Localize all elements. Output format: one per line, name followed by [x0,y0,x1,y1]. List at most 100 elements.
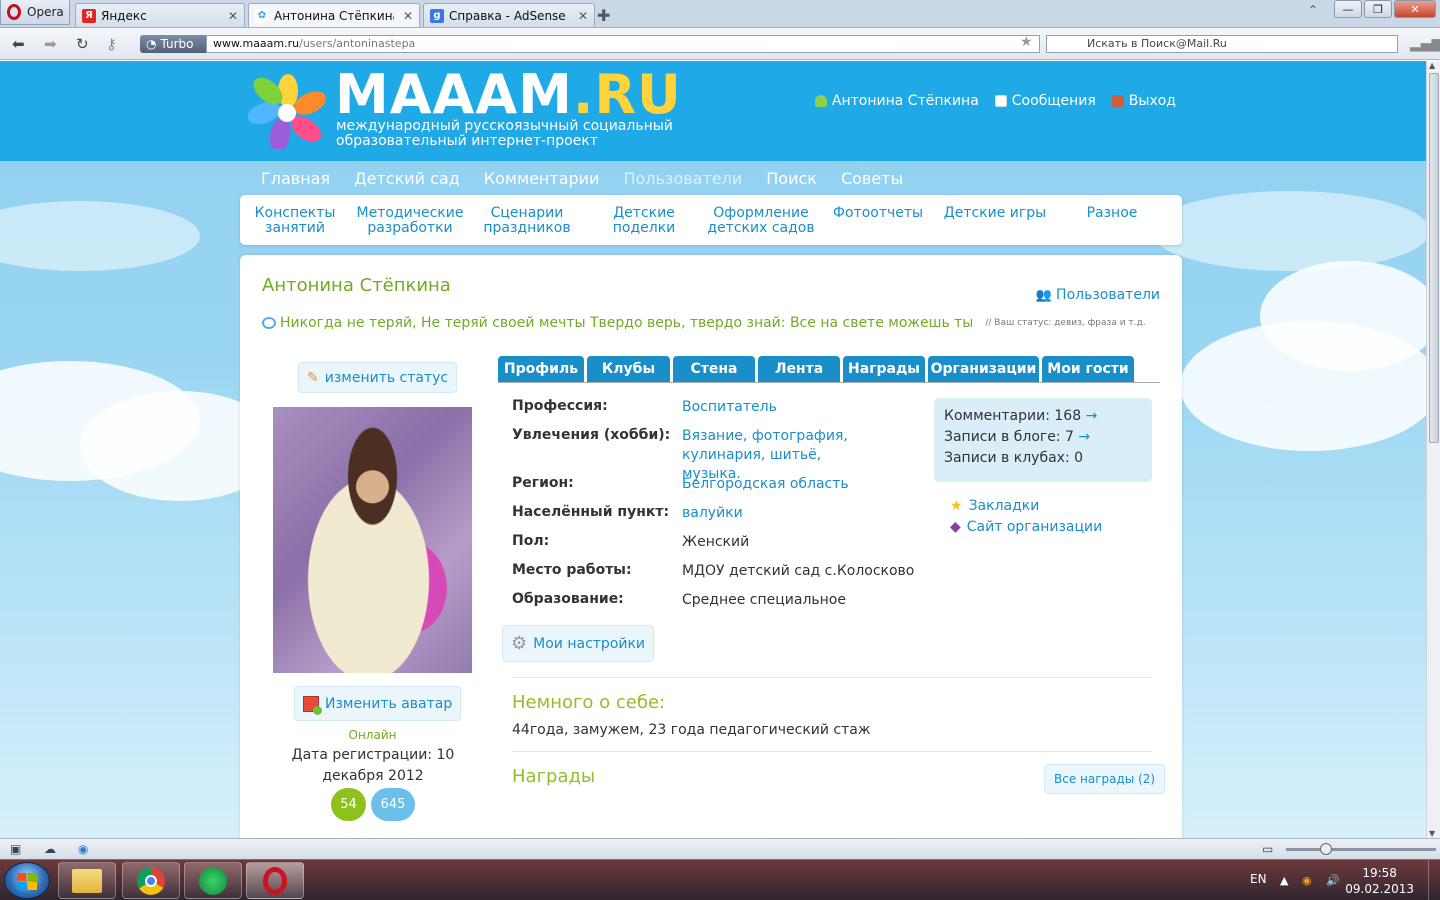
back-arrow-icon[interactable]: ⬅ [12,35,25,53]
all-awards-button[interactable]: Все награды (2) [1044,764,1166,794]
category-lesson-plans[interactable]: Конспекты занятий [240,206,350,236]
tab-awards[interactable]: Награды [843,356,925,382]
key-icon[interactable]: ⚷ [106,35,117,53]
change-avatar-button[interactable]: Изменить аватар [294,686,462,721]
tab-close-icon[interactable]: ✕ [228,9,238,23]
category-scenarios[interactable]: Сценарии праздников [472,206,582,236]
zoom-slider-thumb[interactable] [1320,843,1332,855]
unite-cloud-icon[interactable]: ☁ [44,842,56,856]
rating-badge-green[interactable]: 54 [331,788,366,821]
tray-app-icon[interactable]: ◉ [1302,874,1312,887]
scrollbar-thumb[interactable] [1429,73,1439,443]
category-crafts[interactable]: Детские поделки [589,206,699,236]
reload-icon[interactable]: ↻ [76,35,89,53]
taskbar-chrome[interactable] [122,862,180,899]
change-avatar-label: Изменить аватар [325,695,453,712]
show-desktop-button[interactable] [1428,860,1440,900]
page-scrollbar[interactable]: ▲ ▼ [1426,61,1440,838]
system-clock[interactable]: 19:58 09.02.2013 [1345,865,1414,897]
volume-icon[interactable]: 🔊 [1326,874,1340,887]
tab-adsense[interactable]: g Справка - AdSense ✕ [423,3,595,27]
nav-comments[interactable]: Комментарии [484,169,600,188]
scroll-down-icon[interactable]: ▼ [1429,829,1435,838]
maaam-flower-logo-icon[interactable] [248,73,328,149]
main-navigation: Главная Детский сад Комментарии Пользова… [261,169,903,188]
scroll-up-icon[interactable]: ▲ [1429,61,1435,70]
bookmarks-link[interactable]: ★ Закладки [950,496,1102,517]
field-label-gender: Пол: [512,533,550,549]
category-decoration[interactable]: Оформление детских садов [706,206,816,236]
new-tab-plus-icon[interactable]: ✚ [597,6,610,25]
arrow-right-icon[interactable]: → [1078,429,1090,445]
speed-dial-icon[interactable]: ◉ [78,842,88,856]
category-games[interactable]: Детские игры [940,206,1050,221]
field-label-profession: Профессия: [512,398,608,414]
tab-close-icon[interactable]: ✕ [403,9,413,23]
tray-expand-icon[interactable]: ▲ [1280,874,1288,887]
category-misc[interactable]: Разное [1057,206,1167,221]
nav-users[interactable]: Пользователи [623,169,742,188]
messages-link[interactable]: Сообщения [994,93,1096,109]
category-methodical[interactable]: Методические разработки [355,206,465,236]
close-window-icon[interactable]: ✕ [1394,0,1436,18]
award-certificate-icon[interactable] [648,815,716,838]
avatar-photo[interactable] [273,407,472,673]
field-value-region[interactable]: Белгородская область [682,475,882,494]
minimize-icon[interactable]: — [1334,0,1362,18]
tab-yandex[interactable]: Я Яндекс ✕ [75,3,245,27]
logout-link[interactable]: Выход [1111,93,1176,109]
search-input[interactable]: Искать в Поиск@Mail.Ru [1046,35,1398,53]
tab-profile[interactable]: Профиль [498,356,584,382]
forward-arrow-icon[interactable]: ➡ [44,35,57,53]
zoom-slider-track[interactable] [1286,848,1436,851]
category-line: разработки [367,220,453,236]
divider [512,751,1152,752]
award-certificate-icon[interactable] [534,815,602,838]
site-logo-text[interactable]: MAAAM.RU [335,63,682,126]
status-text: Никогда не теряй, Не теряй своей мечты Т… [280,315,974,331]
nav-kindergarten[interactable]: Детский сад [354,169,460,188]
field-value-locality[interactable]: валуйки [682,504,882,523]
users-link[interactable]: 👥 Пользователи [1036,287,1160,303]
signal-bars-icon[interactable]: ▂▄▆ [1410,36,1440,52]
bookmarks-label: Закладки [968,498,1040,514]
tab-maaam[interactable]: ✿ Антонина Стёпкина - ... ✕ [248,3,420,27]
stat-comments[interactable]: Комментарии: 168 → [944,406,1142,427]
nav-home[interactable]: Главная [261,169,330,188]
rating-badge-blue[interactable]: 645 [371,788,415,821]
tab-wall[interactable]: Стена [673,356,755,382]
bookmark-star-icon[interactable]: ★ [1020,34,1033,50]
panel-toggle-icon[interactable]: ▣ [10,842,21,856]
opera-icon [263,866,287,895]
url-input[interactable]: www.maaam.ru/users/antoninastepa [206,35,1040,53]
turbo-button[interactable]: ◔ Turbo [140,35,206,53]
stat-blog[interactable]: Записи в блоге: 7 → [944,427,1142,448]
tab-list-chevron-icon[interactable]: ⌃ [1308,3,1318,17]
opera-menu-button[interactable]: Opera [0,0,70,25]
field-value-profession[interactable]: Воспитатель [682,398,882,417]
start-button[interactable] [4,862,50,899]
view-icon[interactable]: ▭ [1262,842,1273,856]
category-photo-reports[interactable]: Фотоотчеты [823,206,933,221]
maximize-icon[interactable]: ❐ [1364,0,1392,18]
tab-feed[interactable]: Лента [758,356,840,382]
tab-guests[interactable]: Мои гости [1042,356,1134,382]
nav-tips[interactable]: Советы [841,169,903,188]
taskbar-network-app[interactable] [184,862,242,899]
envelope-icon [994,95,1007,107]
nav-search[interactable]: Поиск [766,169,817,188]
arrow-right-icon[interactable]: → [1086,408,1098,424]
header-profile-link[interactable]: Антонина Стёпкина [814,93,979,109]
org-site-link[interactable]: ◆ Сайт организации [950,517,1102,538]
change-status-button[interactable]: ✎ изменить статус [298,362,458,393]
site-header: MAAAM.RU международный русскоязычный соц… [0,61,1426,161]
tab-organizations[interactable]: Организации [928,356,1039,382]
taskbar-opera[interactable] [246,862,304,899]
taskbar-explorer[interactable] [58,862,116,899]
url-path: /users/antoninastepa [299,37,416,50]
my-settings-button[interactable]: ⚙ Мои настройки [502,625,655,662]
header-user-links: Антонина Стёпкина Сообщения Выход [814,93,1176,109]
tab-clubs[interactable]: Клубы [587,356,670,382]
tab-close-icon[interactable]: ✕ [578,9,588,23]
input-language[interactable]: EN [1250,872,1267,886]
